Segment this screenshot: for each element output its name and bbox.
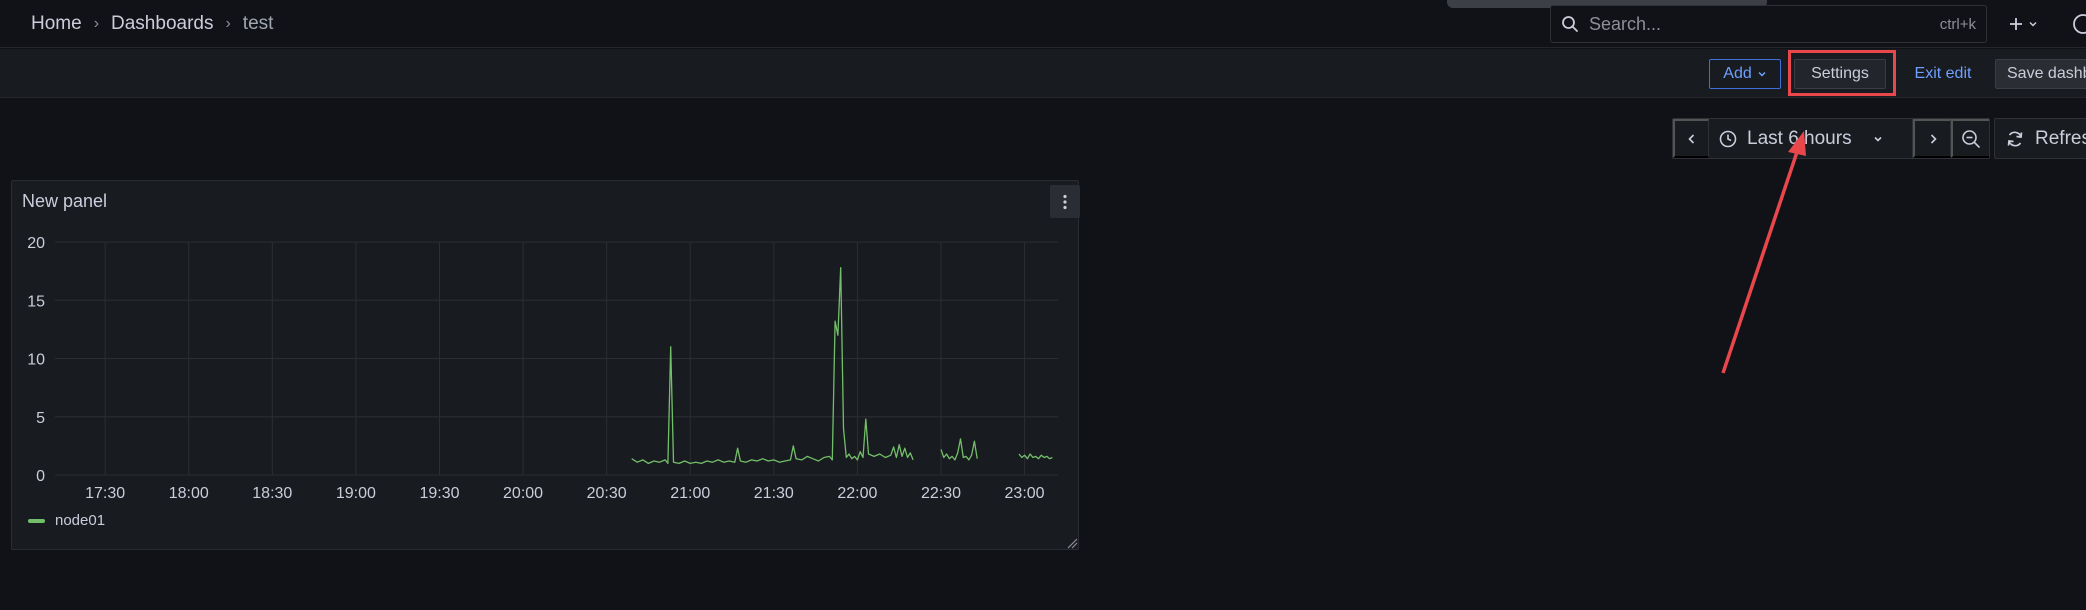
plus-icon xyxy=(2010,18,2022,30)
search-placeholder: Search... xyxy=(1589,13,1662,34)
chevron-right-icon xyxy=(1930,133,1937,144)
top-navbar: Home › Dashboards › test Search... ctrl+… xyxy=(0,0,2086,48)
chevron-right-icon: › xyxy=(225,15,231,32)
search-icon xyxy=(1562,16,1578,32)
x-tick-label: 19:00 xyxy=(336,485,376,502)
y-tick-label: 20 xyxy=(27,235,45,252)
add-button[interactable]: Add xyxy=(1709,59,1781,89)
chevron-left-icon xyxy=(1687,133,1694,144)
clock-icon xyxy=(1719,130,1737,147)
x-tick-label: 21:00 xyxy=(670,485,710,502)
series-line-node01 xyxy=(631,266,914,465)
x-tick-label: 23:00 xyxy=(1005,485,1045,502)
series-line-node01 xyxy=(940,438,978,461)
chevron-down-icon xyxy=(2029,21,2037,27)
settings-button[interactable]: Settings xyxy=(1794,59,1886,89)
legend-label[interactable]: node01 xyxy=(55,512,105,529)
breadcrumb-dashboards[interactable]: Dashboards xyxy=(111,13,213,35)
y-tick-label: 15 xyxy=(27,293,45,310)
exit-edit-button[interactable]: Exit edit xyxy=(1904,59,1982,89)
search-shortcut: ctrl+k xyxy=(1939,15,1976,33)
x-tick-label: 19:30 xyxy=(419,485,459,502)
add-button-label: Add xyxy=(1723,65,1752,82)
chevron-right-icon: › xyxy=(93,15,100,32)
search-input[interactable]: Search... ctrl+k xyxy=(1550,5,1987,43)
y-tick-label: 0 xyxy=(36,468,45,485)
time-range-forward-button[interactable] xyxy=(1913,119,1951,158)
breadcrumb: Home › Dashboards › test xyxy=(31,0,273,48)
time-series-chart[interactable]: 0 5 10 15 20 17:30 18:00 18:30 19:00 19:30 20:00 2… xyxy=(12,181,1080,511)
save-dashboard-button[interactable]: Save dashb xyxy=(1995,59,2086,89)
chevron-down-icon xyxy=(1874,136,1882,142)
y-tick-label: 10 xyxy=(27,352,45,369)
zoom-out-icon xyxy=(1962,129,1980,148)
series-line-node01 xyxy=(1018,453,1053,460)
x-tick-label: 18:30 xyxy=(252,485,292,502)
dashboard-panel: New panel 0 5 10 15 20 17:30 18:00 18:30 19:00 1… xyxy=(11,180,1080,550)
y-tick-label: 5 xyxy=(36,410,45,427)
refresh-label: Refresh xyxy=(2035,127,2086,149)
new-menu-button[interactable] xyxy=(2002,8,2044,40)
time-range-back-button[interactable] xyxy=(1673,119,1709,158)
time-range-label: Last 6 hours xyxy=(1747,127,1852,149)
edit-toolbar: Add Settings Exit edit Save dashb xyxy=(0,49,2086,98)
chart-legend: node01 xyxy=(28,512,105,529)
time-range-picker[interactable]: Last 6 hours xyxy=(1709,119,1913,158)
refresh-button[interactable]: Refresh xyxy=(1994,118,2086,159)
x-tick-label: 21:30 xyxy=(754,485,794,502)
x-tick-label: 20:00 xyxy=(503,485,543,502)
resize-handle-icon[interactable] xyxy=(1066,537,1078,549)
x-tick-label: 22:30 xyxy=(921,485,961,502)
x-tick-label: 17:30 xyxy=(85,485,125,502)
help-icon[interactable] xyxy=(2072,13,2086,35)
legend-swatch xyxy=(28,518,45,523)
refresh-icon xyxy=(2007,130,2023,147)
time-range-controls: Last 6 hours xyxy=(1672,118,1990,159)
chevron-down-icon xyxy=(1758,71,1766,77)
x-tick-label: 20:30 xyxy=(587,485,627,502)
breadcrumb-current: test xyxy=(242,13,274,34)
breadcrumb-home[interactable]: Home xyxy=(31,13,82,35)
x-tick-label: 22:00 xyxy=(837,485,877,502)
zoom-out-button[interactable] xyxy=(1951,119,1989,158)
x-tick-label: 18:00 xyxy=(169,485,209,502)
